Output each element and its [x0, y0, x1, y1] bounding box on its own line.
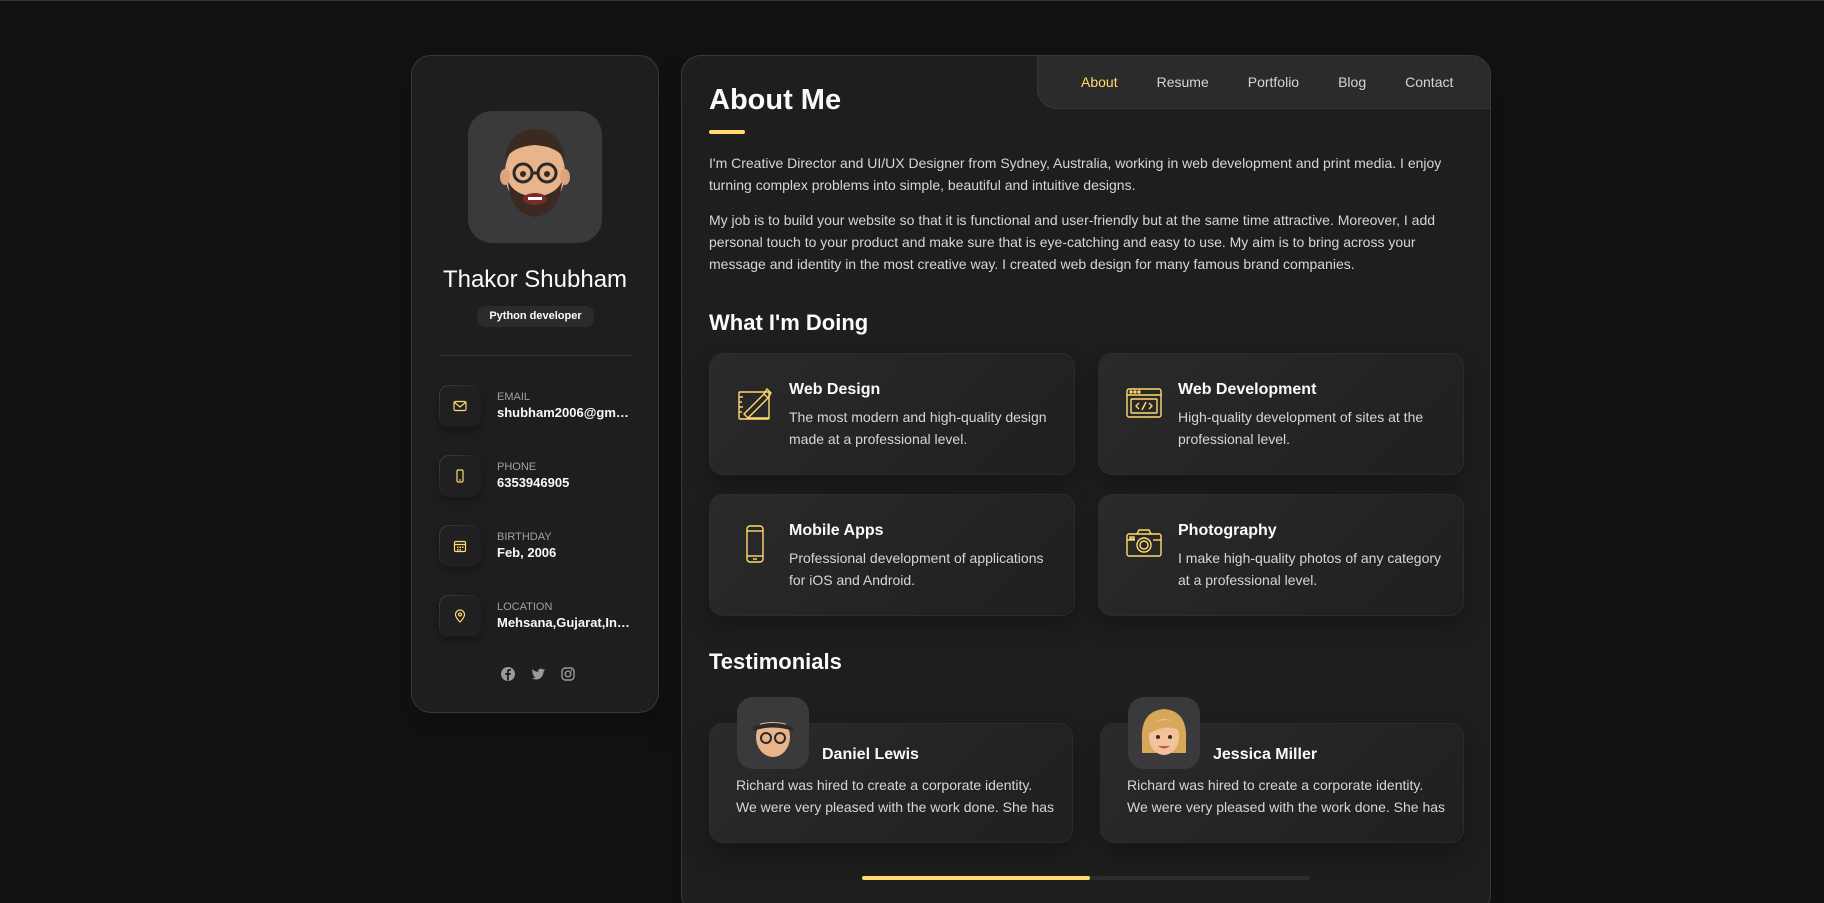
code-icon [1125, 384, 1163, 422]
testimonial-avatar [1128, 697, 1200, 769]
contact-value: Feb, 2006 [497, 545, 557, 560]
about-paragraph: I'm Creative Director and UI/UX Designer… [709, 155, 1442, 193]
nav-resume[interactable]: Resume [1157, 74, 1209, 90]
scrollbar-thumb[interactable] [862, 876, 1091, 880]
twitter-icon[interactable] [530, 666, 546, 682]
profile-title-badge: Python developer [477, 306, 594, 327]
contact-label: BIRTHDAY [497, 531, 552, 543]
page-title: About Me [709, 84, 842, 116]
contact-phone: PHONE 6353946905 [439, 455, 639, 499]
location-icon [439, 595, 481, 637]
top-navbar: About Resume Portfolio Blog Contact [1037, 56, 1490, 109]
profile-sidebar: Thakor Shubham Python developer EMAIL sh… [411, 55, 659, 713]
service-text: Professional development of applications… [789, 550, 1044, 588]
contact-label: PHONE [497, 461, 537, 473]
about-paragraph: My job is to build your website so that … [709, 212, 1436, 272]
testimonial-text: Richard was hired to create a corporate … [736, 777, 1055, 815]
service-title: Web Design [789, 381, 881, 398]
nav-contact[interactable]: Contact [1405, 74, 1453, 90]
main-content: About Resume Portfolio Blog Contact Abou… [681, 55, 1491, 903]
profile-name: Thakor Shubham [442, 266, 628, 293]
service-title: Photography [1178, 522, 1277, 539]
contact-value: Mehsana,Gujarat,India [497, 615, 633, 630]
testimonial-card[interactable]: Daniel Lewis Richard was hired to create… [709, 697, 1073, 843]
testimonials-scrollbar[interactable] [862, 876, 1310, 880]
phone-link[interactable]: 6353946905 [497, 475, 633, 490]
profile-avatar [468, 111, 602, 243]
service-card-photography: Photography I make high-quality photos o… [1098, 494, 1464, 616]
phone-icon [439, 455, 481, 497]
testimonials-heading: Testimonials [709, 649, 842, 674]
contact-label: LOCATION [497, 601, 553, 613]
testimonial-avatar [737, 697, 809, 769]
mobile-icon [736, 525, 774, 563]
service-card-web-design: Web Design The most modern and high-qual… [709, 353, 1075, 475]
email-link[interactable]: shubham2006@gmail.com [497, 405, 633, 420]
service-title: Web Development [1178, 381, 1317, 398]
contact-email: EMAIL shubham2006@gmail.com [439, 385, 639, 429]
testimonial-name: Daniel Lewis [822, 746, 919, 763]
contact-location: LOCATION Mehsana,Gujarat,India [439, 595, 639, 639]
service-text: The most modern and high-quality design … [789, 409, 1047, 447]
nav-portfolio[interactable]: Portfolio [1248, 74, 1299, 90]
sidebar-separator [439, 355, 631, 356]
instagram-icon[interactable] [560, 666, 576, 682]
nav-blog[interactable]: Blog [1338, 74, 1366, 90]
design-icon [736, 384, 774, 422]
service-text: I make high-quality photos of any catego… [1178, 550, 1442, 588]
facebook-icon[interactable] [500, 666, 516, 682]
top-divider [0, 0, 1824, 1]
title-underline [709, 130, 745, 134]
social-links [500, 666, 576, 682]
testimonial-name: Jessica Miller [1213, 746, 1318, 763]
contact-label: EMAIL [497, 391, 531, 403]
nav-about[interactable]: About [1081, 74, 1118, 90]
service-text: High-quality development of sites at the… [1178, 409, 1424, 447]
mail-icon [439, 385, 481, 427]
testimonial-card[interactable]: Jessica Miller Richard was hired to crea… [1100, 697, 1464, 843]
service-card-web-development: Web Development High-quality development… [1098, 353, 1464, 475]
services-heading: What I'm Doing [709, 310, 869, 335]
testimonial-text: Richard was hired to create a corporate … [1127, 777, 1446, 815]
calendar-icon [439, 525, 481, 567]
camera-icon [1125, 525, 1163, 563]
service-title: Mobile Apps [789, 522, 884, 539]
contact-birthday: BIRTHDAY Feb, 2006 [439, 525, 639, 569]
service-card-mobile-apps: Mobile Apps Professional development of … [709, 494, 1075, 616]
